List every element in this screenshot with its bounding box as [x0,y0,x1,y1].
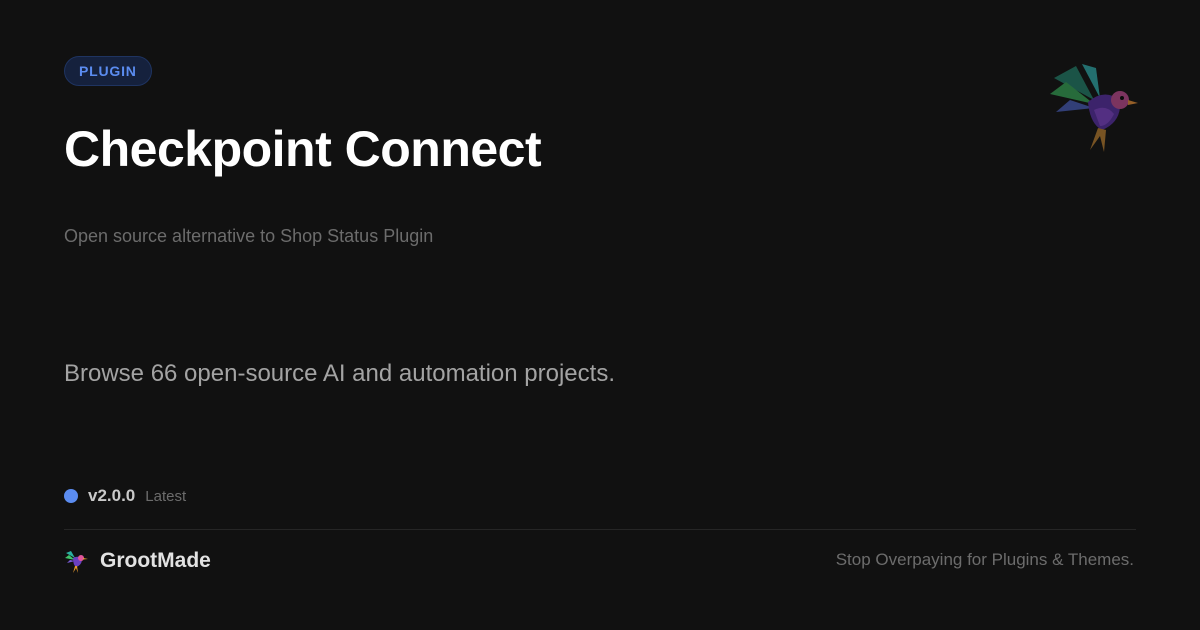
category-badge-label: PLUGIN [79,63,137,79]
hummingbird-illustration-icon [1050,64,1138,152]
brand: GrootMade [64,546,211,576]
page-subtitle: Open source alternative to Shop Status P… [64,226,434,246]
hummingbird-logo-icon [65,551,88,573]
version-tag: Latest [145,487,187,505]
brand-name: GrootMade [100,549,211,572]
version-number: v2.0.0 [88,486,136,505]
tagline: Browse 66 open-source AI and automation … [64,360,615,387]
category-badge: PLUGIN [64,56,152,86]
footer-divider [64,529,1136,530]
footer-slogan: Stop Overpaying for Plugins & Themes. [835,550,1134,569]
version-row: v2.0.0 Latest [64,484,186,508]
og-card: PLUGIN Checkpoint Connect Open source al… [0,0,1200,630]
status-dot-icon [64,489,78,503]
page-title: Checkpoint Connect [64,121,542,177]
